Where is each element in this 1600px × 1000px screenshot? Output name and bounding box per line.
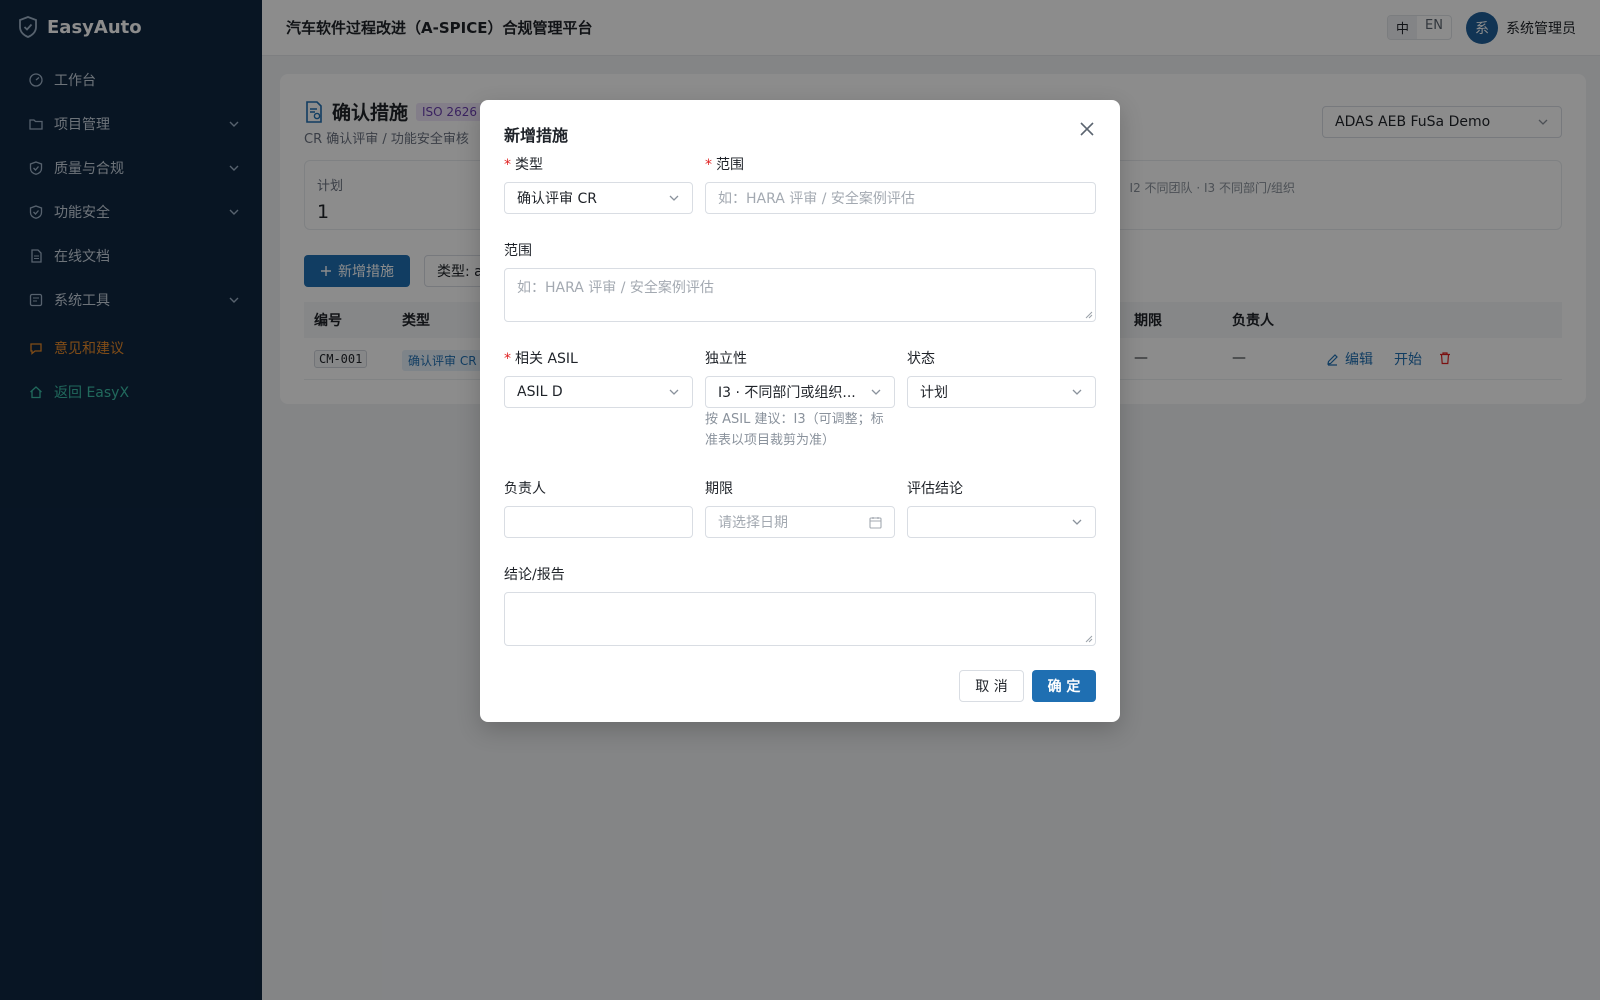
- status-field-label: 状态: [907, 351, 935, 367]
- asil-select-value: ASIL D: [517, 384, 563, 400]
- scope-field-label: * 范围: [705, 154, 744, 174]
- scope-label-text: 范围: [716, 157, 744, 173]
- chevron-down-icon: [1072, 519, 1082, 525]
- required-mark: *: [504, 157, 511, 173]
- calendar-icon: [869, 516, 882, 529]
- add-measure-dialog: 新增措施 * 类型 确认评审 CR * 范围 如：HARA 评审 / 安全案例评估 …: [480, 100, 1120, 722]
- type-select-value: 确认评审 CR: [517, 191, 597, 207]
- asil-select[interactable]: ASIL D: [504, 376, 693, 408]
- owner-input[interactable]: [504, 506, 693, 538]
- deadline-datepicker[interactable]: 请选择日期: [705, 506, 895, 538]
- dialog-title: 新增措施: [504, 126, 569, 145]
- type-select[interactable]: 确认评审 CR: [504, 182, 693, 214]
- type-field-label: * 类型: [504, 154, 543, 174]
- scope-input[interactable]: 如：HARA 评审 / 安全案例评估: [705, 182, 1096, 214]
- resize-handle-icon[interactable]: [1085, 635, 1093, 643]
- scope-textarea[interactable]: 如：HARA 评审 / 安全案例评估: [504, 268, 1096, 322]
- required-mark: *: [705, 157, 712, 173]
- asil-field-label: * 相关 ASIL: [504, 348, 578, 368]
- report-textarea[interactable]: [504, 592, 1096, 646]
- status-select-value: 计划: [920, 385, 948, 401]
- chevron-down-icon: [1072, 389, 1082, 395]
- independence-hint: 按 ASIL 建议：I3（可调整；标准表以项目裁剪为准）: [705, 412, 884, 448]
- confirm-button[interactable]: 确 定: [1032, 670, 1096, 702]
- scope-textarea-placeholder: 如：HARA 评审 / 安全案例评估: [517, 280, 714, 296]
- chevron-down-icon: [669, 389, 679, 395]
- deadline-field-label: 期限: [705, 481, 733, 497]
- verdict-field-label: 评估结论: [907, 481, 963, 497]
- cancel-button[interactable]: 取 消: [959, 670, 1024, 702]
- independence-field-label: 独立性: [705, 351, 747, 367]
- verdict-select[interactable]: [907, 506, 1096, 538]
- owner-field-label: 负责人: [504, 481, 546, 497]
- deadline-placeholder: 请选择日期: [718, 515, 788, 531]
- independence-select-value: I3 · 不同部门或组织...: [718, 385, 856, 401]
- asil-label-text: 相关 ASIL: [515, 351, 578, 367]
- resize-handle-icon[interactable]: [1085, 311, 1093, 319]
- report-field-label: 结论/报告: [504, 567, 565, 583]
- status-select[interactable]: 计划: [907, 376, 1096, 408]
- required-mark: *: [504, 351, 511, 367]
- independence-select[interactable]: I3 · 不同部门或组织...: [705, 376, 895, 408]
- chevron-down-icon: [871, 389, 881, 395]
- chevron-down-icon: [669, 195, 679, 201]
- type-label-text: 类型: [515, 157, 543, 173]
- close-icon[interactable]: [1078, 120, 1096, 138]
- scope-input-placeholder: 如：HARA 评审 / 安全案例评估: [718, 191, 915, 207]
- scope-detail-label: 范围: [504, 243, 532, 259]
